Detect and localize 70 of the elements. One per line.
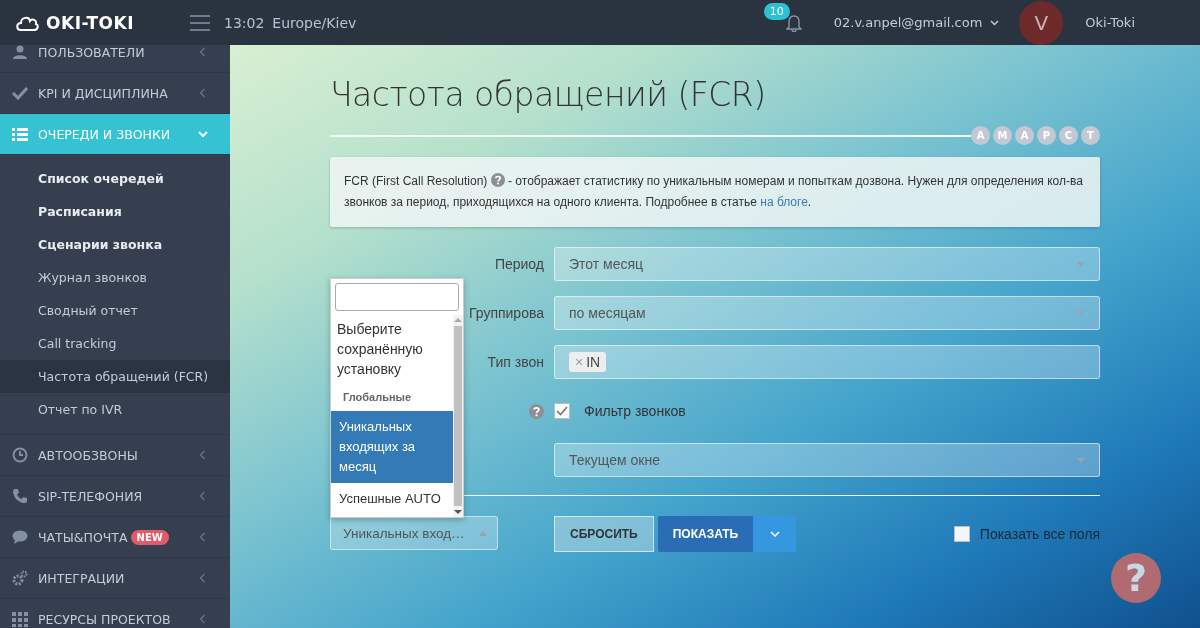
blog-link[interactable]: на блоге [760,195,808,209]
account-dropdown[interactable]: 02.v.anpel@gmail.com [833,15,1000,30]
field-label: Период [494,256,544,272]
field-label: Тип звон [487,354,544,370]
info-text: FCR (First Call Resolution) - отображает статистику по уникальным номерам и попыткам дозвона. Нужен для определения кол-ва звонков за период, приходящихся на одного клиента. Подробнее в статье на блоге. [344,172,1084,211]
logo-text[interactable]: OKI-TOKI [46,12,135,33]
grid-icon [12,611,28,627]
caret-icon [1077,261,1085,267]
help-icon[interactable] [490,173,505,187]
page-title: Частота обращений (FCR) [330,75,767,114]
dropdown-option[interactable]: Выберите сохранённую установку [331,315,453,383]
preset-select[interactable]: Уникальных вход… [330,516,498,550]
dropdown-option[interactable]: Успешные AUTO [331,483,453,515]
sidebar-item[interactable]: ПОЛЬЗОВАТЕЛИ [0,45,230,73]
timezone: Europe/Kiev [272,14,357,31]
users-icon [12,45,28,60]
scroll-up-icon[interactable] [454,317,462,323]
checkbox[interactable] [554,403,570,419]
dropdown-option[interactable]: Уникальных входящих за месяц [331,411,453,483]
section-label: ИНТЕГРАЦИИ [38,570,125,586]
help-icon[interactable] [529,403,544,419]
submenu-item[interactable]: Сводный отчет [0,294,230,327]
section-label: KPI И ДИСЦИПЛИНА [38,85,168,101]
clock-time: 13:02 [224,14,265,31]
dropdown-toggle-button[interactable] [753,516,797,552]
avatar[interactable]: V [1019,0,1064,45]
section-label: АВТООБЗВОНЫ [38,447,138,463]
select-field[interactable]: по месяцам [554,296,1100,330]
new-badge: NEW [130,529,169,545]
clock-icon [12,447,28,463]
select-field[interactable]: Текущем окне [554,443,1100,477]
checkbox[interactable] [953,526,970,542]
submenu-item[interactable]: Отчет по IVR [0,393,230,426]
menu-icon[interactable] [190,14,210,31]
caret-icon [769,531,780,537]
section-label: ЧАТЫ&ПОЧТА [38,529,128,545]
submenu-item[interactable]: Журнал звонков [0,261,230,294]
section-label: ОЧЕРЕДИ И ЗВОНКИ [38,126,171,142]
tag-chip: × IN [569,352,607,372]
caret-icon [479,530,487,536]
section-label: SIP-ТЕЛЕФОНИЯ [38,488,143,504]
submenu-item[interactable]: Расписания [0,195,230,228]
submenu-item[interactable]: Сценарии звонка [0,228,230,261]
checkbox-label: Фильтр звонков [584,403,686,419]
submenu-item[interactable]: Call tracking [0,327,230,360]
reset-button[interactable]: СБРОСИТЬ [554,516,654,552]
section-label: РЕСУРСЫ ПРОЕКТОВ [38,611,171,627]
chat-icon [12,529,28,545]
submenu-item[interactable]: Частота обращений (FCR) [0,360,230,393]
gears-icon [12,570,28,586]
phone-icon [12,488,28,504]
section-label: ПОЛЬЗОВАТЕЛИ [38,45,145,60]
checkbox-label: Показать все поля [979,526,1100,542]
submenu-item[interactable]: Список очередей [0,162,230,195]
caret-icon [1077,310,1085,316]
bell-icon[interactable] [785,13,802,32]
account-name: Oki-Toki [1085,15,1135,30]
field-label: Группирова [468,305,544,321]
check-icon [12,85,28,101]
caret-icon [990,19,1000,26]
option-group-label: Глобальные [342,390,413,405]
sidebar-item[interactable]: ЧАТЫ&ПОЧТА NEW [0,517,230,558]
scrollbar[interactable] [453,315,463,517]
caret-icon [1077,457,1085,463]
show-button[interactable]: ПОКАЗАТЬ [657,516,754,552]
list-icon [12,126,28,142]
notification-count: 10 [763,2,790,20]
tag-input-field[interactable]: × IN [554,345,1100,379]
select-field[interactable]: Этот месяц [554,247,1100,281]
search-field[interactable] [335,283,459,311]
